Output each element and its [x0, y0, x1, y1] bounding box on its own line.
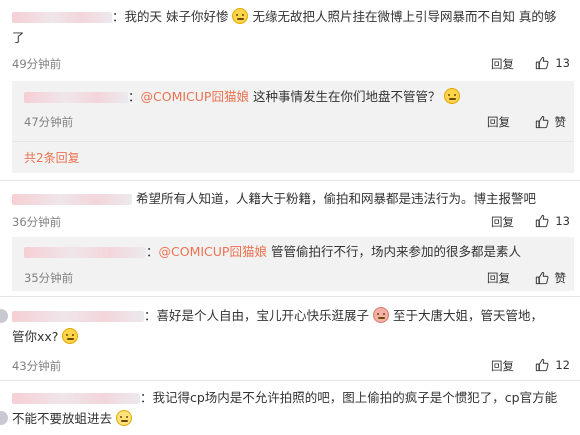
like-count: 13 [555, 214, 570, 228]
comment-meta: 36分钟前 回复 13 [12, 214, 572, 230]
reply-button[interactable]: 回复 [487, 114, 510, 130]
sad-face-emoji [232, 8, 249, 24]
divider [12, 141, 574, 142]
reply-box: ：@COMICUP囧猫娘 这种事情发生在你们地盘不管管？ 47分钟前 回复 赞 … [12, 81, 574, 173]
thumbs-up-icon [535, 115, 549, 129]
comment-1: ：我的天 妹子你好惨 无缘无故把人照片挂在微博上引导网暴而不自知 真的够 了 4… [0, 0, 580, 180]
like-button[interactable]: 13 [535, 214, 570, 228]
like-label: 赞 [554, 115, 567, 129]
comment-meta: 43分钟前 回复 12 [12, 358, 572, 374]
timestamp: 35分钟前 [24, 271, 74, 285]
username-blurred[interactable] [24, 247, 146, 258]
reply-text: ：@COMICUP囧猫娘 管管偷拍行不行，场内来参加的很多都是素人 [24, 241, 562, 262]
thumbs-up-icon [535, 214, 549, 228]
username-blurred[interactable] [12, 393, 140, 404]
username-blurred[interactable] [24, 92, 128, 103]
comment-meta: 49分钟前 回复 13 [12, 56, 572, 72]
mention-link[interactable]: @COMICUP囧猫娘 [159, 244, 267, 259]
comment-2: 希望所有人知道，人籍大于粉籍，偷拍和网暴都是违法行为。博主报警吧 36分钟前 回… [0, 181, 580, 293]
girl-face-emoji [373, 307, 389, 323]
reply-box: ：@COMICUP囧猫娘 管管偷拍行不行，场内来参加的很多都是素人 35分钟前 … [12, 237, 574, 291]
comment-text: ：喜好是个人自由，宝儿开心快乐逛展子 至于大唐大姐，管天管地， 管你xx? [12, 307, 543, 344]
reply-button[interactable]: 回复 [491, 358, 514, 374]
like-count: 12 [555, 358, 570, 372]
thumbs-up-icon [535, 358, 549, 372]
like-button[interactable]: 赞 [535, 114, 567, 130]
reply-button[interactable]: 回复 [491, 214, 514, 230]
username-blurred[interactable] [12, 311, 144, 322]
avatar[interactable] [0, 309, 8, 323]
like-button[interactable]: 赞 [535, 270, 567, 286]
like-button[interactable]: 12 [535, 358, 570, 372]
confused-face-emoji [444, 88, 461, 104]
comment-3: ：喜好是个人自由，宝儿开心快乐逛展子 至于大唐大姐，管天管地， 管你xx? 43… [0, 297, 580, 377]
mention-link[interactable]: @COMICUP囧猫娘 [141, 89, 249, 104]
timestamp: 47分钟前 [24, 115, 74, 129]
comment-text: ：我记得cp场内是不允许拍照的吧，图上偷拍的疯子是个惯犯了，cp官方能 不能不要… [12, 390, 558, 426]
timestamp: 36分钟前 [12, 215, 62, 229]
sweat-face-emoji [116, 410, 132, 426]
reply-button[interactable]: 回复 [487, 270, 510, 286]
username-blurred[interactable] [12, 12, 112, 23]
avatar[interactable] [0, 411, 8, 425]
thumbs-up-icon [535, 271, 549, 285]
thumbs-up-icon [535, 56, 549, 70]
confused-face-emoji [62, 328, 79, 344]
comment-text: ：我的天 妹子你好惨 无缘无故把人照片挂在微博上引导网暴而不自知 真的够 了 [12, 8, 557, 45]
timestamp: 49分钟前 [12, 57, 62, 71]
username-blurred[interactable] [12, 194, 132, 205]
reply-text: ：@COMICUP囧猫娘 这种事情发生在你们地盘不管管？ [24, 86, 562, 107]
like-count: 13 [555, 56, 570, 70]
reply-meta: 47分钟前 回复 赞 [24, 114, 568, 130]
timestamp: 43分钟前 [12, 359, 62, 373]
comment-4: ：我记得cp场内是不允许拍照的吧，图上偷拍的疯子是个惯犯了，cp官方能 不能不要… [0, 381, 580, 435]
comment-text: 希望所有人知道，人籍大于粉籍，偷拍和网暴都是违法行为。博主报警吧 [12, 188, 572, 209]
like-button[interactable]: 13 [535, 56, 570, 70]
reply-button[interactable]: 回复 [491, 56, 514, 72]
reply-meta: 35分钟前 回复 赞 [24, 270, 568, 286]
like-label: 赞 [554, 271, 567, 285]
more-replies-link[interactable]: 共2条回复 [24, 149, 80, 166]
